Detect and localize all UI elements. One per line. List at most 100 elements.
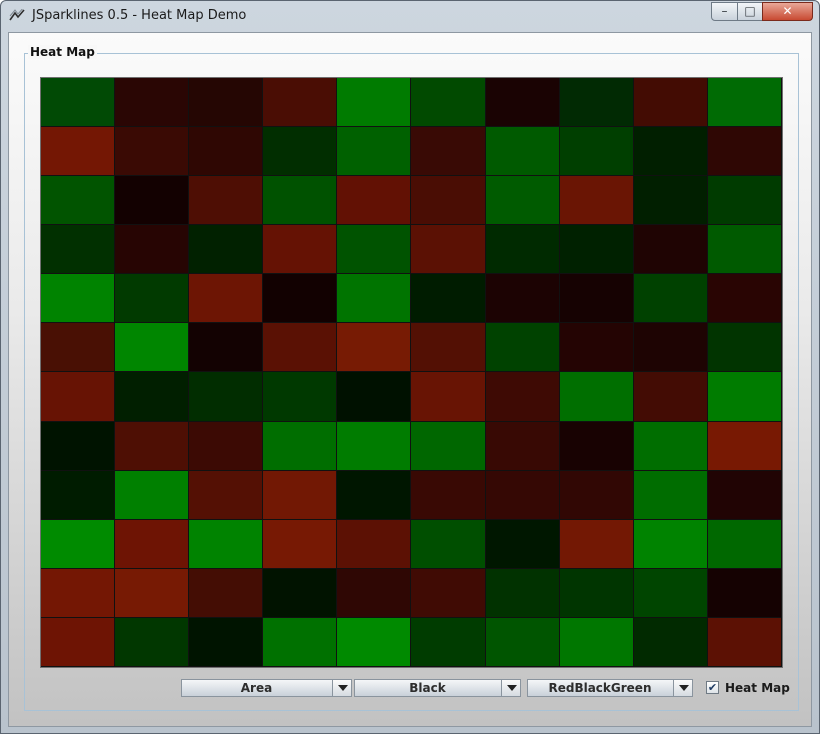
heat-map-cell-r9-c7: [485, 470, 560, 520]
heat-map-cell-r3-c3: [189, 176, 264, 226]
heat-map-cell-r6-c10: [707, 323, 782, 373]
heat-map-cell-r4-c9: [633, 225, 708, 275]
heat-map-cell-r3-c4: [263, 176, 338, 226]
heat-map-cell-r1-c2: [115, 78, 190, 128]
heat-map-cell-r1-c6: [411, 78, 486, 128]
heat-map-cell-r7-c4: [263, 372, 338, 422]
color-scheme-selected: RedBlackGreen: [548, 681, 652, 695]
heat-map-cell-r11-c2: [115, 568, 190, 618]
heat-map-cell-r12-c5: [337, 617, 412, 667]
heat-map-cell-r5-c2: [115, 274, 190, 324]
heat-map-cell-r12-c4: [263, 617, 338, 667]
heat-map-cell-r9-c9: [633, 470, 708, 520]
heat-map-cell-r2-c7: [485, 127, 560, 177]
chevron-down-icon[interactable]: [501, 680, 520, 696]
heat-map-cell-r11-c3: [189, 568, 264, 618]
close-button[interactable]: ✕: [762, 2, 813, 21]
heat-map-cell-r4-c5: [337, 225, 412, 275]
heat-map-cell-r1-c8: [559, 78, 634, 128]
heat-map-cell-r9-c5: [337, 470, 412, 520]
panel-title: Heat Map: [28, 45, 97, 59]
jsparklines-icon: [9, 9, 25, 21]
heat-map-cell-r5-c9: [633, 274, 708, 324]
heat-map-cell-r8-c3: [189, 421, 264, 471]
heat-map-cell-r4-c10: [707, 225, 782, 275]
heat-map-cell-r7-c5: [337, 372, 412, 422]
heat-map-cell-r12-c10: [707, 617, 782, 667]
heat-map-cell-r8-c5: [337, 421, 412, 471]
heat-map-cell-r10-c2: [115, 519, 190, 569]
heat-map-cell-r4-c7: [485, 225, 560, 275]
heat-map-cell-r6-c9: [633, 323, 708, 373]
heat-map-cell-r5-c1: [41, 274, 116, 324]
heat-map-cell-r2-c3: [189, 127, 264, 177]
heat-map-cell-r7-c6: [411, 372, 486, 422]
heat-map-cell-r6-c2: [115, 323, 190, 373]
heat-map-cell-r10-c5: [337, 519, 412, 569]
heat-map-cell-r10-c9: [633, 519, 708, 569]
heat-map-cell-r3-c9: [633, 176, 708, 226]
heat-map-cell-r8-c6: [411, 421, 486, 471]
color-scheme-select[interactable]: RedBlackGreen: [527, 679, 693, 697]
window-controls: – □ ✕: [711, 2, 813, 22]
heat-map-cell-r1-c7: [485, 78, 560, 128]
heat-map-cell-r8-c2: [115, 421, 190, 471]
heat-map-cell-r8-c9: [633, 421, 708, 471]
heat-map-cell-r7-c1: [41, 372, 116, 422]
heat-map-cell-r10-c7: [485, 519, 560, 569]
heat-map-cell-r12-c1: [41, 617, 116, 667]
title-bar[interactable]: JSparklines 0.5 - Heat Map Demo – □ ✕: [1, 1, 819, 31]
background-select[interactable]: Black: [354, 679, 521, 697]
heat-map-cell-r4-c2: [115, 225, 190, 275]
heat-map-cell-r5-c3: [189, 274, 264, 324]
heat-map-cell-r9-c3: [189, 470, 264, 520]
chevron-down-icon[interactable]: [673, 680, 692, 696]
heat-map-cell-r2-c8: [559, 127, 634, 177]
heat-map-cell-r4-c4: [263, 225, 338, 275]
background-selected: Black: [409, 681, 446, 695]
heat-map-cell-r1-c10: [707, 78, 782, 128]
chevron-down-icon[interactable]: [332, 680, 351, 696]
heat-map-cell-r1-c5: [337, 78, 412, 128]
value-type-select[interactable]: Area: [181, 679, 352, 697]
heat-map-cell-r7-c2: [115, 372, 190, 422]
heat-map-cell-r3-c10: [707, 176, 782, 226]
window-title: JSparklines 0.5 - Heat Map Demo: [32, 8, 247, 23]
value-type-selected: Area: [240, 681, 273, 695]
minimize-button[interactable]: –: [711, 2, 738, 21]
maximize-button[interactable]: □: [737, 2, 763, 21]
heat-map-cell-r11-c9: [633, 568, 708, 618]
heat-map-cell-r3-c8: [559, 176, 634, 226]
heat-map-checkbox-label: Heat Map: [725, 681, 790, 695]
heat-map-cell-r8-c10: [707, 421, 782, 471]
heat-map-cell-r6-c7: [485, 323, 560, 373]
client-area: Heat Map Area Black RedBlackGreen ✔ Heat…: [8, 32, 812, 727]
heat-map-cell-r2-c4: [263, 127, 338, 177]
heat-map-cell-r8-c7: [485, 421, 560, 471]
heat-map-cell-r5-c8: [559, 274, 634, 324]
heat-map-cell-r1-c3: [189, 78, 264, 128]
heat-map-cell-r4-c6: [411, 225, 486, 275]
heat-map-cell-r2-c1: [41, 127, 116, 177]
heat-map-cell-r1-c1: [41, 78, 116, 128]
heat-map-cell-r2-c2: [115, 127, 190, 177]
heat-map-cell-r1-c4: [263, 78, 338, 128]
heat-map-cell-r12-c3: [189, 617, 264, 667]
heat-map-cell-r9-c6: [411, 470, 486, 520]
heat-map-cell-r9-c4: [263, 470, 338, 520]
heat-map-cell-r10-c4: [263, 519, 338, 569]
heat-map-cell-r11-c10: [707, 568, 782, 618]
heat-map-cell-r3-c7: [485, 176, 560, 226]
heat-map-cell-r3-c2: [115, 176, 190, 226]
heat-map-checkbox[interactable]: ✔: [706, 681, 719, 694]
heat-map-cell-r11-c8: [559, 568, 634, 618]
heat-map-cell-r2-c6: [411, 127, 486, 177]
heat-map-cell-r2-c9: [633, 127, 708, 177]
heat-map-cell-r6-c5: [337, 323, 412, 373]
heat-map-cell-r10-c1: [41, 519, 116, 569]
heat-map-cell-r6-c6: [411, 323, 486, 373]
heat-map-cell-r4-c8: [559, 225, 634, 275]
heat-map-cell-r6-c3: [189, 323, 264, 373]
heat-map: [40, 77, 783, 668]
heat-map-cell-r7-c8: [559, 372, 634, 422]
